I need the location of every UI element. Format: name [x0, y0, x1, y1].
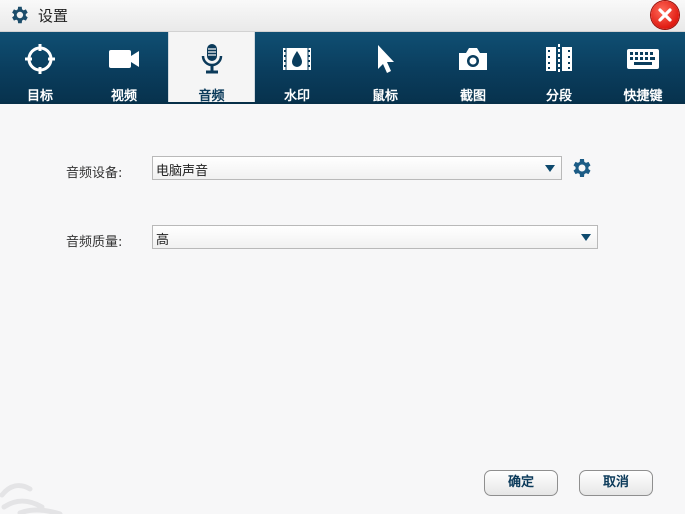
target-icon	[25, 44, 55, 74]
audio-device-label: 音频设备:	[66, 166, 123, 181]
cursor-icon	[378, 45, 394, 73]
audio-quality-value: 高	[156, 233, 170, 248]
tab-mouse[interactable]: 鼠标	[341, 32, 429, 104]
audio-device-settings-button[interactable]	[569, 156, 593, 180]
corner-decoration	[0, 483, 63, 514]
tab-video[interactable]: 视频	[80, 32, 168, 104]
tab-target[interactable]: 目标	[0, 32, 80, 104]
watermark-icon	[283, 48, 311, 70]
microphone-icon	[201, 44, 222, 74]
tab-hotkeys[interactable]: 快捷键	[601, 32, 685, 104]
chevron-down-icon	[545, 165, 555, 172]
tab-watermark[interactable]: 水印	[253, 32, 341, 104]
gear-icon	[8, 4, 30, 26]
tab-audio[interactable]: 音频	[168, 32, 255, 104]
tab-segment[interactable]: 分段	[517, 32, 601, 104]
tab-screenshot[interactable]: 截图	[429, 32, 517, 104]
ok-button[interactable]: 确定	[484, 470, 558, 496]
tab-bar: 目标 视频 音频 水印 鼠标 截图 分段 快捷键	[0, 32, 685, 104]
settings-window: 设置 目标 视频 音频 水印 鼠标 截图 分段 快捷键 音频设备: 电脑声音 音…	[0, 0, 685, 514]
camera-icon	[459, 48, 487, 70]
close-icon	[658, 8, 672, 22]
audio-device-select[interactable]: 电脑声音	[152, 156, 562, 180]
title-bar: 设置	[0, 0, 685, 32]
audio-device-value: 电脑声音	[156, 164, 209, 179]
close-button[interactable]	[651, 1, 679, 29]
audio-quality-select[interactable]: 高	[152, 225, 598, 249]
segment-icon	[546, 44, 572, 74]
window-title: 设置	[38, 7, 69, 25]
video-camera-icon	[109, 50, 139, 68]
chevron-down-icon	[581, 234, 591, 241]
audio-quality-label: 音频质量:	[66, 235, 123, 250]
gear-icon	[573, 159, 591, 177]
cancel-button[interactable]: 取消	[579, 470, 653, 496]
keyboard-icon	[627, 49, 659, 69]
